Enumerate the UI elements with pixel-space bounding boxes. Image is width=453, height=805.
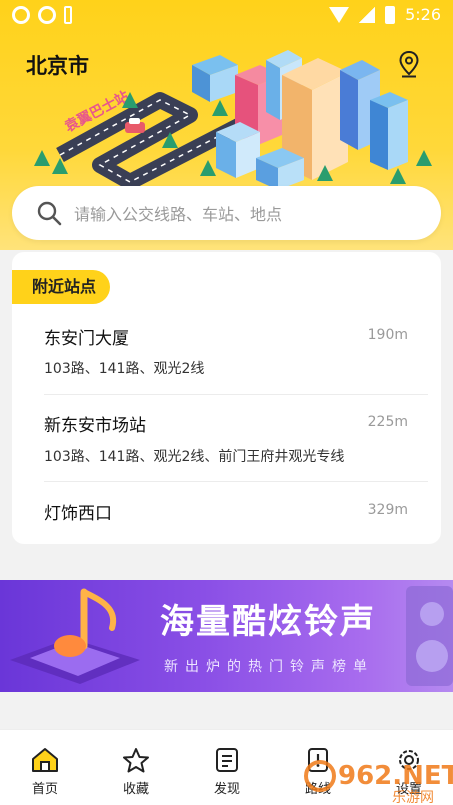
search-placeholder: 请输入公交线路、车站、地点	[74, 205, 283, 224]
divider	[44, 481, 428, 482]
stop-item[interactable]: 灯饰西口 329m	[12, 490, 441, 540]
home-icon	[32, 748, 58, 772]
stop-lines: 103路、141路、观光2线	[44, 361, 205, 377]
tab-discover[interactable]: 发现	[192, 730, 262, 805]
stop-name: 新东安市场站	[44, 416, 146, 436]
city-illustration: 袁翼巴士站	[34, 50, 432, 190]
signal-icon	[359, 6, 376, 23]
ringtone-banner[interactable]: 海量酷炫铃声 新出炉的热门铃声榜单	[0, 580, 453, 692]
stop-distance: 329m	[367, 502, 408, 518]
stop-item[interactable]: 东安门大厦 190m 103路、141路、观光2线	[12, 312, 441, 382]
divider	[44, 394, 428, 395]
nearby-title: 附近站点	[12, 270, 111, 304]
status-bar: 5:26	[0, 0, 453, 32]
watermark-subtext: 乐游网	[392, 790, 434, 805]
sync-icon	[12, 6, 30, 24]
search-icon	[37, 201, 62, 226]
tab-label: 发现	[213, 782, 240, 797]
sync-icon	[38, 6, 56, 24]
nearby-stops-card: 附近站点 东安门大厦 190m 103路、141路、观光2线 新东安市场站 22…	[12, 252, 441, 544]
tab-home[interactable]: 首页	[10, 730, 80, 805]
list-icon	[216, 748, 238, 772]
watermark-logo: 962.NET 乐游网	[304, 760, 453, 805]
banner-subtitle: 新出炉的热门铃声榜单	[164, 659, 374, 675]
music-note-illustration	[10, 588, 140, 684]
stop-name: 东安门大厦	[44, 329, 129, 349]
watermark-text: 962.NET	[338, 761, 453, 791]
notification-icons	[12, 6, 72, 24]
tab-favorites[interactable]: 收藏	[101, 730, 171, 805]
pin-icon	[64, 6, 72, 24]
battery-icon	[385, 5, 396, 24]
search-bar[interactable]: 请输入公交线路、车站、地点	[12, 186, 441, 240]
header: 5:26 北京市 袁翼巴士站 请输入公交线路、车站、地点	[0, 0, 453, 250]
stop-lines: 103路、141路、观光2线、前门王府井观光专线	[44, 449, 345, 465]
tab-label: 首页	[31, 782, 58, 797]
speaker-icon	[406, 586, 453, 686]
stop-distance: 225m	[367, 414, 408, 430]
star-icon	[123, 748, 149, 773]
status-time: 5:26	[405, 5, 441, 24]
stop-distance: 190m	[367, 327, 408, 343]
stop-item[interactable]: 新东安市场站 225m 103路、141路、观光2线、前门王府井观光专线	[12, 402, 441, 482]
stop-name: 灯饰西口	[44, 504, 112, 524]
banner-title: 海量酷炫铃声	[160, 602, 376, 642]
tab-label: 收藏	[122, 782, 149, 797]
wifi-icon	[329, 6, 350, 23]
